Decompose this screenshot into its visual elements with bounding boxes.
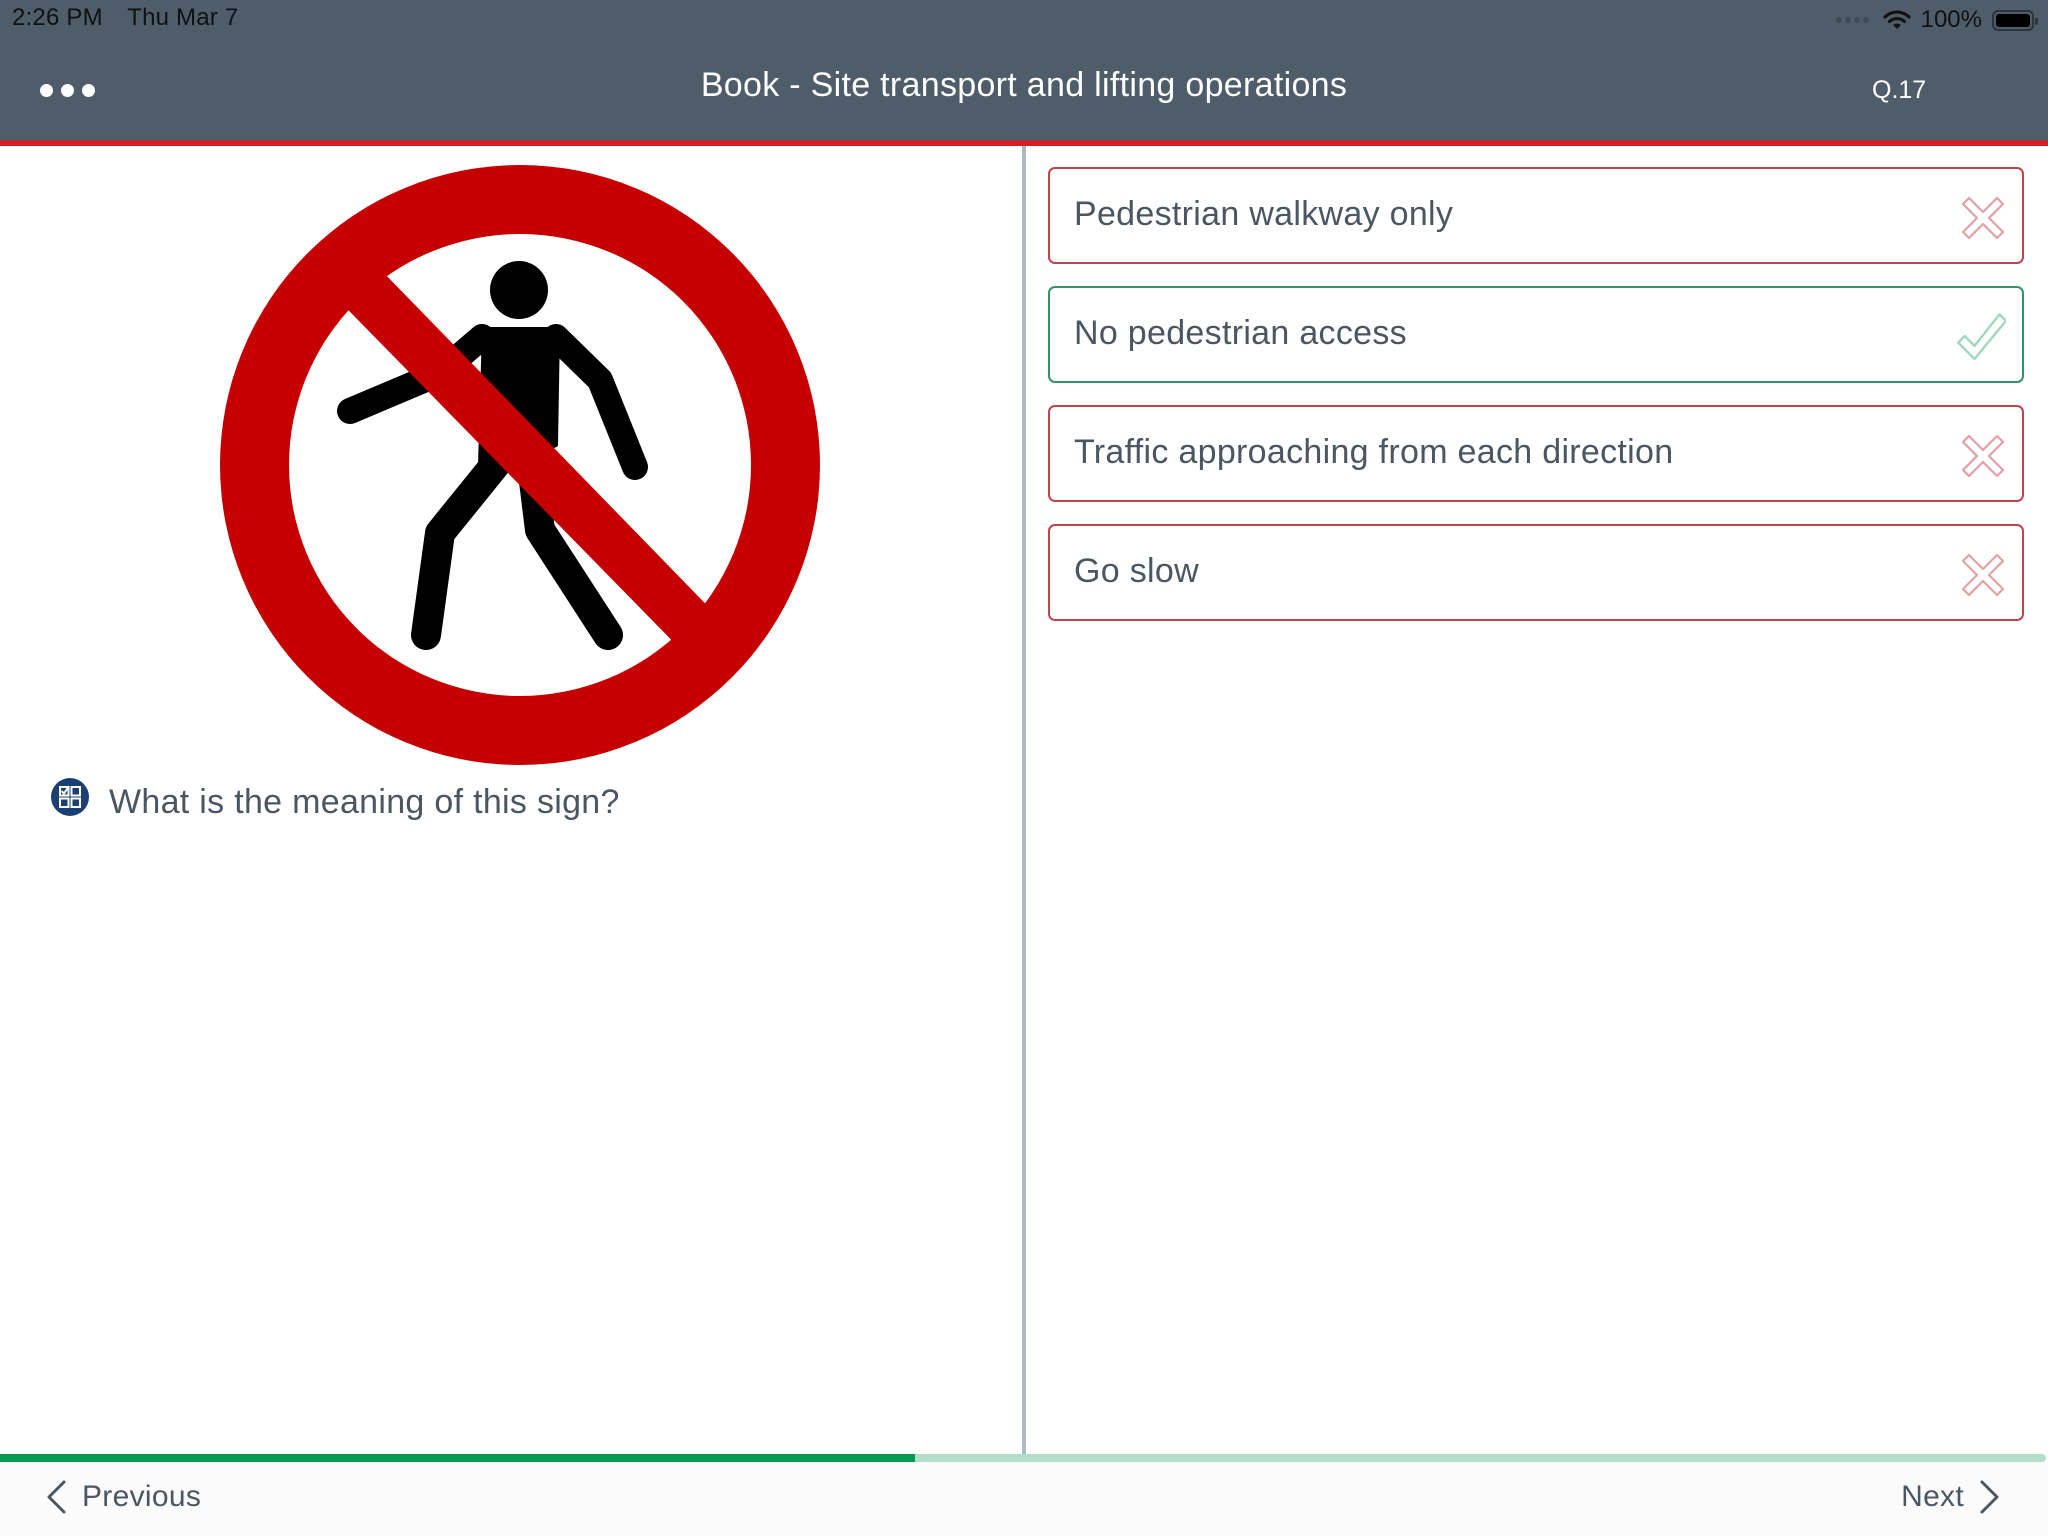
quiz-progress-bar — [0, 1454, 2046, 1462]
next-label: Next — [1901, 1480, 1964, 1513]
answer-option[interactable]: Pedestrian walkway only — [1048, 167, 2024, 264]
status-bar-right: 100% — [1835, 4, 2038, 36]
no-pedestrian-access-sign — [220, 165, 820, 765]
cross-icon — [1961, 553, 2005, 597]
check-icon — [1956, 313, 2006, 360]
cross-icon — [1961, 434, 2005, 478]
question-number: Q.17 — [1872, 76, 1927, 104]
question-prompt: What is the meaning of this sign? — [51, 777, 620, 822]
question-text: What is the meaning of this sign? — [109, 783, 620, 821]
previous-label: Previous — [82, 1480, 202, 1513]
quiz-grid-icon — [51, 777, 89, 816]
answer-options: Pedestrian walkway only No pedestrian ac… — [1048, 167, 2024, 643]
status-date: Thu Mar 7 — [127, 4, 239, 31]
cellular-signal-icon — [1835, 17, 1869, 23]
answer-option-label: Go slow — [1074, 552, 1199, 590]
answer-option-correct[interactable]: No pedestrian access — [1048, 286, 2024, 383]
page-title: Book - Site transport and lifting operat… — [700, 66, 1348, 104]
wifi-icon — [1883, 10, 1911, 29]
app-header: 2:26 PM Thu Mar 7 100% Book - Site trans… — [0, 0, 2048, 140]
battery-percent: 100% — [1920, 6, 1982, 33]
next-button[interactable]: Next — [1901, 1472, 2002, 1522]
chevron-right-icon — [1980, 1480, 1999, 1514]
answer-option-label: Pedestrian walkway only — [1074, 195, 1454, 233]
status-time: 2:26 PM — [12, 4, 103, 31]
footer-nav: Previous Next — [0, 1462, 2048, 1536]
chevron-left-icon — [47, 1480, 66, 1514]
answer-option-label: Traffic approaching from each direction — [1074, 433, 1674, 471]
status-bar-left: 2:26 PM Thu Mar 7 — [12, 4, 256, 32]
split-view-divider[interactable] — [1022, 146, 1026, 1454]
answer-option-label: No pedestrian access — [1074, 314, 1407, 352]
progress-fill — [0, 1454, 915, 1462]
battery-icon — [1992, 9, 2038, 31]
answer-option[interactable]: Go slow — [1048, 524, 2024, 621]
cross-icon — [1961, 196, 2005, 240]
previous-button[interactable]: Previous — [44, 1472, 201, 1522]
answer-option[interactable]: Traffic approaching from each direction — [1048, 405, 2024, 502]
